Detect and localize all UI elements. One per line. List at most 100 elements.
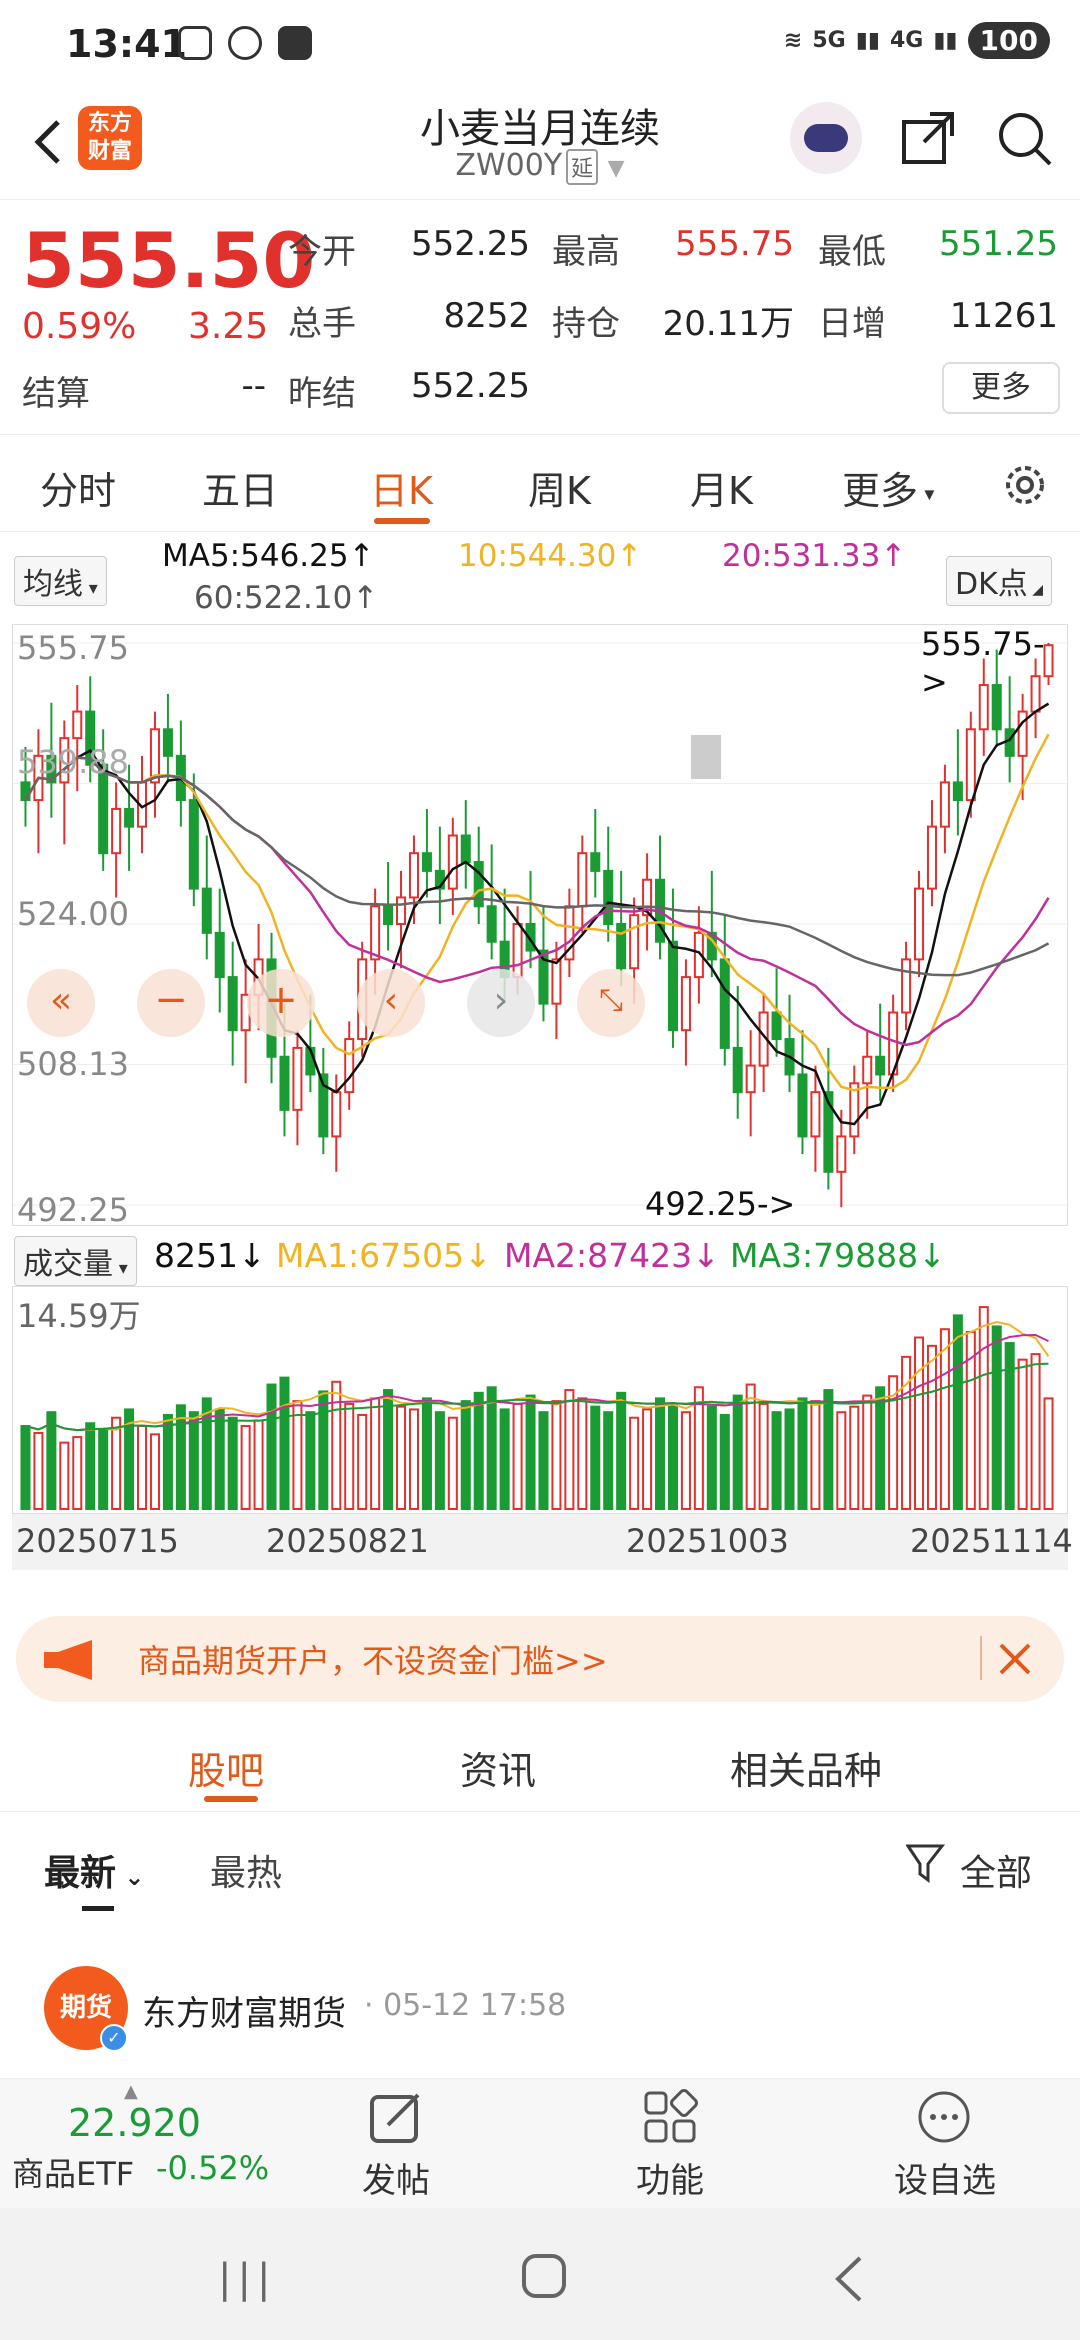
crosshair-handle[interactable] [691,735,721,779]
post-button-label[interactable]: 发帖 [346,2153,446,2202]
tab-news[interactable]: 资讯 [460,1740,536,1795]
more-quote-button[interactable]: 更多 [942,362,1060,414]
settings-gear-icon[interactable] [1000,460,1050,510]
volume-bar [914,1336,925,1511]
tab-related[interactable]: 相关品种 [730,1740,882,1795]
tab-monthly-k[interactable]: 月K [690,460,753,515]
volume-bar [836,1411,847,1510]
y-label-mid3: 508.13 [17,1045,129,1083]
ai-assistant-icon[interactable] [790,102,862,174]
screenshot-icon [178,26,212,60]
candlestick-chart[interactable]: 555.75 539.88 524.00 508.13 492.25 555.7… [12,624,1069,1229]
etf-price[interactable]: 22.920 [68,2101,201,2145]
quote-panel: 555.50 0.59% 3.25 今开 552.25 最高 555.75 最低… [0,200,1080,435]
volume-label: 总手 [288,304,356,344]
zoom-in-icon[interactable]: + [247,969,315,1037]
open-label: 今开 [288,232,356,272]
zoom-out-icon[interactable]: − [137,969,205,1037]
back-nav-icon[interactable] [830,2254,870,2304]
step-left-icon[interactable]: ‹ [357,969,425,1037]
edit-post-icon[interactable] [368,2089,424,2145]
daily-inc-value: 11261 [949,296,1058,336]
step-right-icon[interactable]: › [467,969,535,1037]
post-author[interactable]: 东方财富期货 [142,1986,346,2035]
filter-all[interactable]: 全部 [960,1844,1032,1896]
status-bar: 13:41 ≋ 5G ▮▮ 4G ▮▮ 100 [0,0,1080,90]
volume-value: 8251↓ [154,1236,266,1275]
promo-text: 商品期货开户，不设资金门槛>> [138,1642,608,1680]
scroll-left-fast-icon[interactable]: « [27,969,95,1037]
volume-bar [862,1394,873,1510]
promo-banner[interactable]: 商品期货开户，不设资金门槛>> [16,1616,1064,1702]
vol-ma2: MA2:87423↓ [504,1236,720,1275]
candle-body [396,896,407,926]
volume-bar [901,1355,912,1510]
date-label-1: 20250715 [16,1522,179,1560]
close-icon[interactable] [998,1642,1032,1676]
candle-body [719,958,730,1049]
more-options-icon[interactable] [916,2089,972,2145]
oi-value: 20.11万 [662,304,794,344]
volume-bar [810,1400,821,1510]
volume-bar [98,1427,109,1510]
volume-bar [732,1394,743,1510]
candle-body [1004,728,1015,757]
volume-bar [20,1425,31,1510]
volume-bar [577,1397,588,1510]
candle-body [629,914,640,970]
tab-more[interactable]: 更多 ▾ [842,460,934,515]
min-price-marker: 492.25-> [645,1185,796,1223]
fullscreen-icon[interactable]: ⤡ [577,969,645,1037]
signal-5g-icon: 5G [812,28,846,53]
system-navbar: ||| [0,2208,1080,2340]
candle-body [1017,710,1028,757]
prev-settle-label: 昨结 [288,374,356,414]
filter-latest[interactable]: 最新 ⌄ [44,1844,144,1896]
daily-inc-label: 日增 [818,304,886,344]
post-filters: 最新 ⌄ 最热 全部 [0,1812,1080,1932]
home-icon[interactable] [522,2254,566,2298]
tab-weekly-k[interactable]: 周K [528,460,591,515]
filter-hot[interactable]: 最热 [210,1844,282,1896]
open-value: 552.25 [411,224,530,264]
volume-bar [784,1408,795,1510]
candle-body [875,1055,886,1076]
recent-apps-icon[interactable]: ||| [218,2256,276,2302]
volume-bar [266,1383,277,1510]
tab-intraday[interactable]: 分时 [40,460,116,515]
filter-funnel-icon[interactable] [906,1842,946,1886]
etf-name[interactable]: 商品ETF [12,2149,134,2195]
candlestick-svg [13,642,1069,1208]
volume-bar [706,1405,717,1510]
function-button-label[interactable]: 功能 [620,2153,720,2202]
status-time: 13:41 [66,22,187,66]
volume-bar [771,1411,782,1510]
tab-five-day[interactable]: 五日 [202,460,278,515]
volume-indicator-select[interactable]: 成交量 ▾ [14,1236,137,1286]
prev-settle-value: 552.25 [411,366,530,406]
tab-daily-k[interactable]: 日K [370,460,433,515]
candle-body [460,834,471,864]
share-icon[interactable] [900,110,956,166]
volume-bar [551,1400,562,1510]
add-watchlist-label[interactable]: 设自选 [880,2153,1010,2202]
vol-ma1: MA1:67505↓ [276,1236,492,1275]
search-icon[interactable] [996,110,1054,168]
candle-body [616,923,627,970]
caret-down-icon: ▾ [113,1258,128,1279]
low-value: 551.25 [939,224,1058,264]
function-grid-icon[interactable] [642,2089,698,2145]
indicator-select[interactable]: 均线 ▾ [14,556,107,606]
candle-body [926,825,937,890]
volume-chart[interactable]: 14.59万 [12,1286,1068,1514]
volume-bar [486,1386,497,1510]
oi-label: 持仓 [552,304,620,344]
candle-body [797,1073,808,1138]
tab-guba[interactable]: 股吧 [188,1740,264,1795]
volume-bar [344,1402,355,1510]
volume-bar [926,1344,937,1511]
post-item[interactable]: 期货 ✓ 东方财富期货 · 05-12 17:58 [0,1950,1080,2070]
dk-point-select[interactable]: DK点 ◢ [946,556,1052,606]
volume-bar [227,1416,238,1510]
tab-more-label: 更多 [842,469,919,513]
